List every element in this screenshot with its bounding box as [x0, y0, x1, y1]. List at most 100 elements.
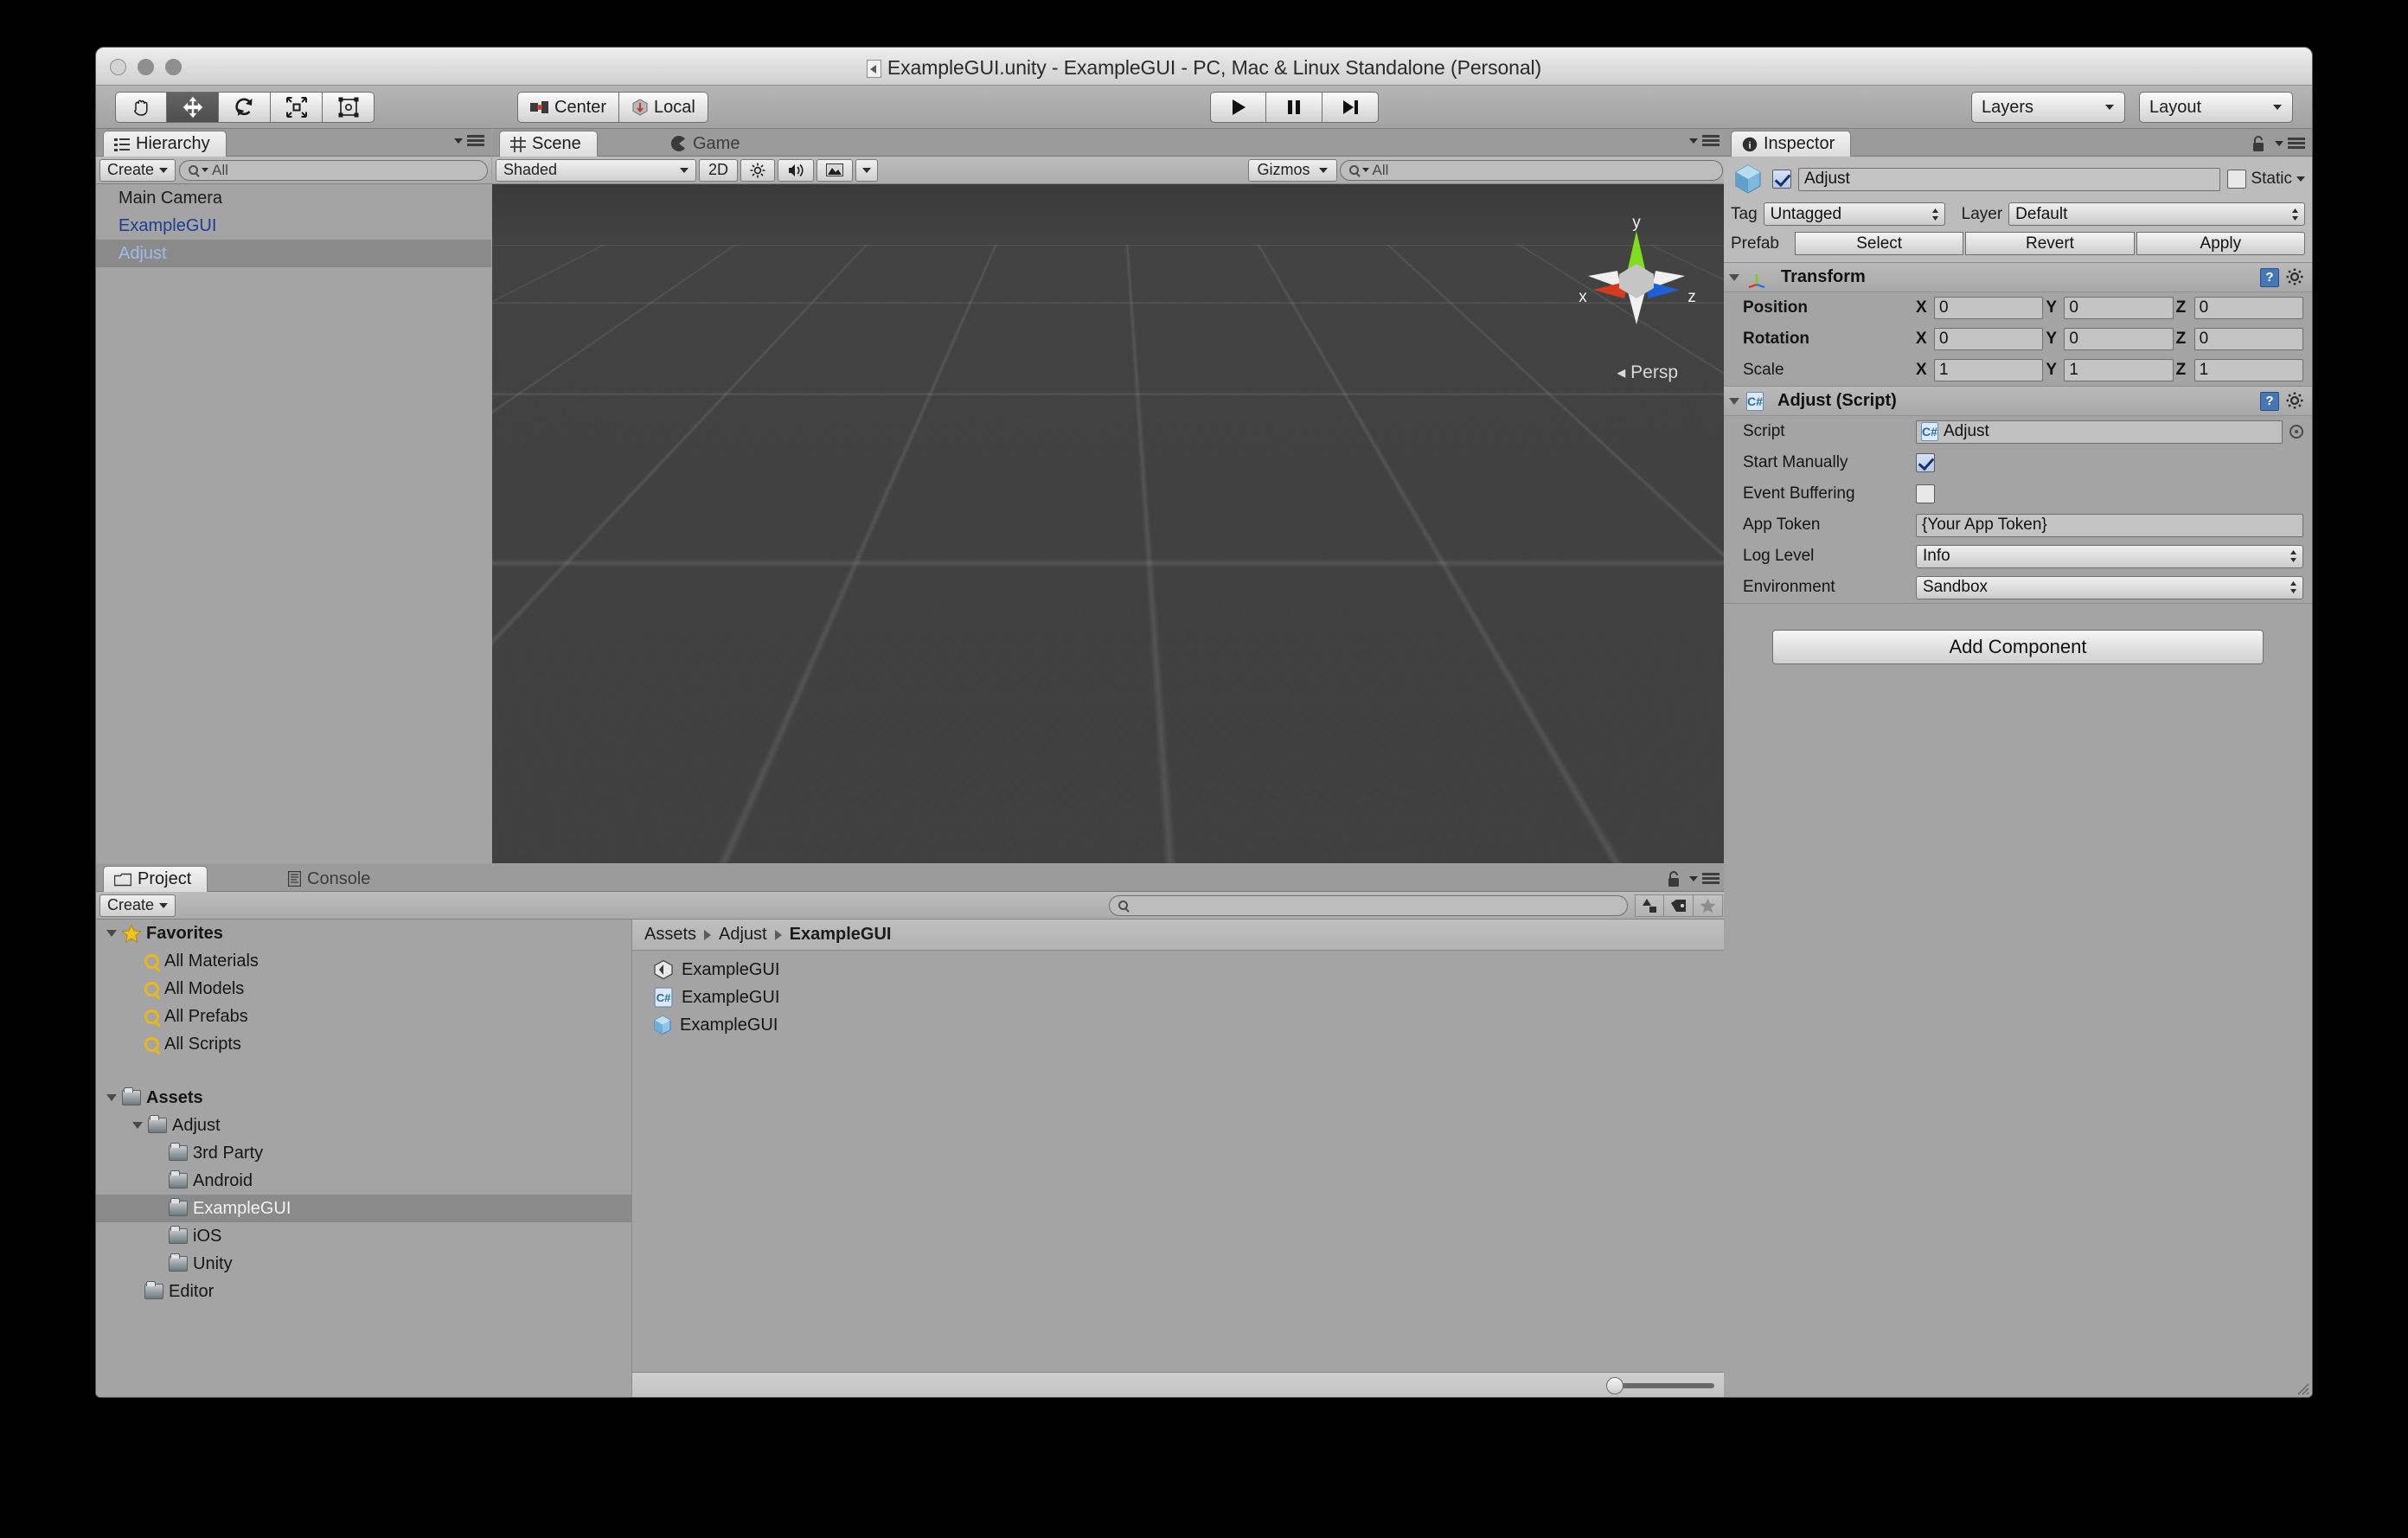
- scale-z-field[interactable]: 1: [2193, 359, 2303, 381]
- breadcrumb-item-examplegui[interactable]: ExampleGUI: [790, 925, 892, 945]
- gameobject-enabled-checkbox[interactable]: [1772, 170, 1791, 189]
- rotation-y-field[interactable]: 0: [2064, 328, 2174, 350]
- scene-lighting-button[interactable]: [740, 158, 776, 182]
- pivot-mode-button[interactable]: Center: [517, 92, 620, 123]
- tag-dropdown[interactable]: Untagged: [1763, 202, 1945, 226]
- project-tree-item-assets[interactable]: Assets: [96, 1084, 631, 1112]
- shading-mode-dropdown[interactable]: Shaded: [496, 158, 696, 182]
- project-tree-item-editor[interactable]: Editor: [96, 1278, 631, 1305]
- asset-row-scene[interactable]: ExampleGUI: [632, 956, 1726, 984]
- perspective-label[interactable]: ◂ Persp: [1617, 362, 1678, 383]
- help-icon[interactable]: ?: [2260, 391, 2279, 411]
- tab-scene[interactable]: Scene: [499, 131, 598, 157]
- layout-dropdown[interactable]: Layout: [2139, 92, 2293, 123]
- adjust-script-header[interactable]: C# Adjust (Script) ?: [1724, 387, 2312, 416]
- tab-project[interactable]: Project: [103, 866, 208, 892]
- project-tree-item-adjust[interactable]: Adjust: [96, 1112, 631, 1139]
- play-button[interactable]: [1210, 92, 1266, 123]
- inspector-tab-menu[interactable]: [2251, 135, 2305, 152]
- position-z-field[interactable]: 0: [2193, 297, 2303, 319]
- scene-tab-menu[interactable]: [1689, 135, 1720, 147]
- object-picker-icon[interactable]: [2290, 425, 2303, 439]
- transform-component-header[interactable]: Transform ?: [1724, 263, 2312, 292]
- window-resize-handle[interactable]: [2292, 1378, 2309, 1395]
- hand-tool-button[interactable]: [115, 92, 167, 123]
- step-button[interactable]: [1322, 92, 1379, 123]
- chevron-down-icon[interactable]: [106, 1094, 117, 1101]
- asset-row-script[interactable]: C# ExampleGUI: [632, 984, 1726, 1011]
- object-name-field[interactable]: Adjust: [1798, 167, 2221, 191]
- project-tree-item-ios[interactable]: iOS: [96, 1222, 631, 1250]
- project-create-button[interactable]: Create: [99, 894, 176, 917]
- scene-effects-button[interactable]: [817, 158, 854, 182]
- chevron-down-icon[interactable]: [1729, 397, 1739, 405]
- tab-console[interactable]: Console: [278, 866, 386, 892]
- project-tree-item-all-materials[interactable]: All Materials: [96, 947, 631, 975]
- hierarchy-create-button[interactable]: Create: [99, 158, 176, 182]
- asset-row-prefab[interactable]: ExampleGUI: [632, 1011, 1726, 1039]
- prefab-revert-button[interactable]: Revert: [1965, 232, 2135, 255]
- scale-tool-button[interactable]: [271, 92, 323, 123]
- hierarchy-tree[interactable]: Main Camera ExampleGUI Adjust: [96, 184, 491, 863]
- add-component-button[interactable]: Add Component: [1772, 630, 2264, 664]
- script-object-field[interactable]: C# Adjust: [1916, 420, 2283, 444]
- project-search-input[interactable]: [1109, 894, 1628, 916]
- chevron-down-icon[interactable]: [1729, 273, 1739, 281]
- hierarchy-item-examplegui[interactable]: ExampleGUI: [96, 212, 491, 240]
- hierarchy-search-input[interactable]: All: [179, 159, 488, 181]
- scale-x-field[interactable]: 1: [1934, 359, 2044, 381]
- rotation-z-field[interactable]: 0: [2193, 328, 2303, 350]
- scene-search-input[interactable]: All: [1339, 159, 1723, 181]
- log-level-dropdown[interactable]: Info: [1916, 544, 2303, 568]
- move-tool-button[interactable]: [167, 92, 219, 123]
- prefab-apply-button[interactable]: Apply: [2136, 232, 2305, 255]
- scale-y-field[interactable]: 1: [2064, 359, 2174, 381]
- start-manually-checkbox[interactable]: [1916, 453, 1935, 472]
- project-tree-item-favorites[interactable]: Favorites: [96, 920, 631, 947]
- pause-button[interactable]: [1266, 92, 1322, 123]
- asset-list[interactable]: ExampleGUI C# ExampleGUI ExampleGUI: [632, 951, 1726, 1372]
- filter-by-label-button[interactable]: [1664, 894, 1694, 917]
- gizmos-dropdown[interactable]: Gizmos: [1247, 158, 1337, 182]
- project-tree-item-unity[interactable]: Unity: [96, 1250, 631, 1278]
- project-tree-item-all-scripts[interactable]: All Scripts: [96, 1030, 631, 1058]
- layers-dropdown[interactable]: Layers: [1971, 92, 2125, 123]
- hierarchy-item-main-camera[interactable]: Main Camera: [96, 184, 491, 212]
- tab-game[interactable]: Game: [661, 131, 755, 157]
- scene-audio-button[interactable]: [778, 158, 815, 182]
- chevron-down-icon[interactable]: [106, 930, 117, 937]
- project-tree-item-all-models[interactable]: All Models: [96, 975, 631, 1003]
- rect-tool-button[interactable]: [323, 92, 375, 123]
- translate-gizmo[interactable]: [855, 357, 1150, 599]
- hierarchy-tab-menu[interactable]: [454, 135, 484, 147]
- rotate-tool-button[interactable]: [219, 92, 271, 123]
- asset-size-slider[interactable]: [1606, 1376, 1714, 1394]
- filter-by-type-button[interactable]: [1635, 894, 1664, 917]
- position-x-field[interactable]: 0: [1934, 297, 2044, 319]
- scene-viewport[interactable]: y x z ◂ Persp: [492, 184, 1726, 863]
- scene-effects-dropdown[interactable]: [855, 158, 879, 182]
- hierarchy-item-adjust[interactable]: Adjust: [96, 240, 491, 267]
- help-icon[interactable]: ?: [2260, 267, 2279, 287]
- scene-orientation-gizmo[interactable]: y x z: [1567, 208, 1706, 347]
- toggle-2d-button[interactable]: 2D: [699, 158, 739, 182]
- breadcrumb-item-adjust[interactable]: Adjust: [719, 925, 767, 945]
- chevron-down-icon[interactable]: [132, 1122, 143, 1129]
- project-tree-item-android[interactable]: Android: [96, 1167, 631, 1195]
- project-tree-item-3rd-party[interactable]: 3rd Party: [96, 1139, 631, 1167]
- environment-dropdown[interactable]: Sandbox: [1916, 575, 2303, 599]
- handle-rotation-button[interactable]: Local: [619, 92, 708, 123]
- app-token-field[interactable]: {Your App Token}: [1916, 513, 2303, 537]
- project-tree-item-all-prefabs[interactable]: All Prefabs: [96, 1003, 631, 1030]
- event-buffering-checkbox[interactable]: [1916, 484, 1935, 503]
- prefab-select-button[interactable]: Select: [1795, 232, 1964, 255]
- static-checkbox[interactable]: [2227, 170, 2247, 189]
- position-y-field[interactable]: 0: [2064, 297, 2174, 319]
- favorites-button[interactable]: [1694, 894, 1723, 917]
- chevron-down-icon[interactable]: [2296, 176, 2305, 182]
- project-tab-menu[interactable]: [1666, 870, 1720, 888]
- rotation-x-field[interactable]: 0: [1934, 328, 2044, 350]
- tab-hierarchy[interactable]: Hierarchy: [103, 131, 227, 157]
- breadcrumb-item-assets[interactable]: Assets: [644, 925, 696, 945]
- project-folder-tree[interactable]: Favorites All Materials All Models All P…: [96, 920, 632, 1397]
